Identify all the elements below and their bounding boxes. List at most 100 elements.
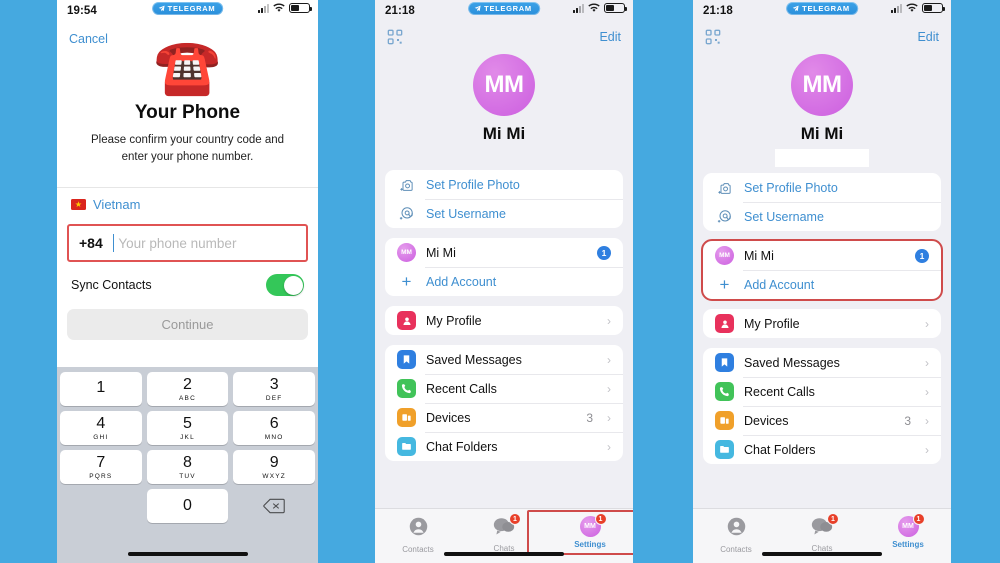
profile-actions-group: Set Profile Photo Set Username xyxy=(703,173,941,231)
phone-number-field-highlight[interactable]: +84 Your phone number xyxy=(67,224,308,263)
tab-contacts[interactable]: Contacts xyxy=(693,516,779,554)
page-title: Your Phone xyxy=(134,102,241,123)
tab-settings[interactable]: MM 1 Settings xyxy=(527,510,633,555)
phone-screen-3: 21:18 TELEGRAM Edit MM Mi Mi Set Profile… xyxy=(693,0,951,563)
add-photo-icon xyxy=(397,178,416,192)
row-account-mi-mi[interactable]: MM Mi Mi 1 xyxy=(385,238,623,267)
home-indicator xyxy=(444,552,564,556)
row-add-account[interactable]: + Add Account xyxy=(385,267,623,296)
row-recent-calls[interactable]: Recent Calls › xyxy=(703,377,941,406)
battery-icon xyxy=(922,3,945,13)
tab-settings[interactable]: MM 1 Settings xyxy=(865,513,951,549)
status-bar: 21:18 TELEGRAM xyxy=(375,0,633,22)
key-number: 2 xyxy=(183,375,192,393)
key-1[interactable]: 1 xyxy=(60,372,142,406)
continue-button[interactable]: Continue xyxy=(67,309,308,341)
row-chat-folders[interactable]: Chat Folders › xyxy=(385,432,623,461)
row-my-profile[interactable]: My Profile › xyxy=(385,306,623,335)
key-4[interactable]: 4 GHI xyxy=(60,411,142,445)
phone-screen-1: 19:54 TELEGRAM Cancel ☎️ Your Phone Plea… xyxy=(57,0,318,563)
row-label: Add Account xyxy=(744,277,815,292)
qr-code-icon[interactable] xyxy=(387,29,403,45)
key-number: 7 xyxy=(96,453,106,471)
edit-button[interactable]: Edit xyxy=(917,30,939,44)
status-time: 21:18 xyxy=(385,5,415,17)
settings-navbar: Edit xyxy=(693,22,951,52)
row-label: Chat Folders xyxy=(744,442,816,457)
sync-contacts-toggle[interactable] xyxy=(266,274,304,297)
row-set-username[interactable]: Set Username xyxy=(703,202,941,231)
key-5[interactable]: 5 JKL xyxy=(146,411,229,445)
tab-chats[interactable]: 1 Chats xyxy=(779,513,865,553)
telegram-badge: TELEGRAM xyxy=(151,2,224,15)
account-avatar: MM xyxy=(397,243,416,262)
country-selector-row[interactable]: ★ Vietnam xyxy=(57,187,318,220)
key-8[interactable]: 8 TUV xyxy=(146,450,229,484)
row-saved-messages[interactable]: Saved Messages › xyxy=(385,345,623,374)
row-set-profile-photo[interactable]: Set Profile Photo xyxy=(385,170,623,199)
key-3[interactable]: 3 DEF xyxy=(233,372,316,406)
phone-icon xyxy=(397,379,416,398)
edit-button[interactable]: Edit xyxy=(599,30,621,44)
key-7[interactable]: 7 PQRS xyxy=(60,450,142,484)
home-indicator xyxy=(127,552,248,556)
at-sign-icon xyxy=(715,209,734,224)
sync-contacts-label: Sync Contacts xyxy=(71,278,152,293)
add-photo-icon xyxy=(715,181,734,195)
tab-contacts[interactable]: Contacts xyxy=(375,516,461,554)
avatar[interactable]: MM xyxy=(791,54,853,116)
tab-bar: Contacts 1 Chats MM 1 Settings xyxy=(693,508,951,563)
key-backspace[interactable] xyxy=(233,489,315,523)
status-indicators xyxy=(573,3,627,13)
phone-number-input[interactable]: Your phone number xyxy=(118,236,236,251)
row-label: Set Username xyxy=(426,206,506,221)
screenshot-stage: 19:54 TELEGRAM Cancel ☎️ Your Phone Plea… xyxy=(0,0,1000,563)
key-0[interactable]: 0 xyxy=(146,489,229,523)
wifi-icon xyxy=(906,3,918,12)
key-number: 0 xyxy=(183,497,192,514)
row-label: Recent Calls xyxy=(744,384,815,399)
row-label: Mi Mi xyxy=(744,248,774,263)
row-my-profile[interactable]: My Profile › xyxy=(703,309,941,338)
chats-badge: 1 xyxy=(827,513,839,525)
key-6[interactable]: 6 MNO xyxy=(233,411,316,445)
row-chat-folders[interactable]: Chat Folders › xyxy=(703,435,941,464)
keypad-row: 1 2 ABC 3 DEF xyxy=(60,372,316,406)
profile-name: Mi Mi xyxy=(800,124,844,143)
sync-contacts-row[interactable]: Sync Contacts xyxy=(57,262,318,297)
row-saved-messages[interactable]: Saved Messages › xyxy=(703,348,941,377)
key-letters: WXYZ xyxy=(262,472,286,480)
paper-plane-icon xyxy=(474,5,481,12)
key-number: 6 xyxy=(269,414,279,432)
signal-icon xyxy=(573,3,584,13)
key-letters: TUV xyxy=(179,472,196,480)
settings-badge: 1 xyxy=(594,513,607,525)
chats-icon: 1 xyxy=(811,513,839,541)
row-set-profile-photo[interactable]: Set Profile Photo xyxy=(703,173,941,202)
row-add-account[interactable]: + Add Account xyxy=(703,270,941,299)
tab-label: Contacts xyxy=(402,545,434,554)
keypad-row: 4 GHI 5 JKL 6 MNO xyxy=(60,411,316,445)
key-number: 4 xyxy=(96,414,106,432)
key-letters: ABC xyxy=(179,394,196,402)
at-sign-icon xyxy=(397,206,416,221)
key-9[interactable]: 9 WXYZ xyxy=(233,450,316,484)
avatar[interactable]: MM xyxy=(473,54,535,116)
paper-plane-icon xyxy=(792,5,799,12)
devices-count: 3 xyxy=(904,413,911,428)
tab-label: Settings xyxy=(892,540,924,549)
row-recent-calls[interactable]: Recent Calls › xyxy=(385,374,623,403)
qr-code-icon[interactable] xyxy=(705,29,721,45)
battery-icon xyxy=(289,3,312,13)
key-number: 5 xyxy=(183,414,192,432)
row-set-username[interactable]: Set Username xyxy=(385,199,623,228)
devices-icon xyxy=(397,408,416,427)
row-devices[interactable]: Devices 3 › xyxy=(703,406,941,435)
row-devices[interactable]: Devices 3 › xyxy=(385,403,623,432)
row-account-mi-mi[interactable]: MM Mi Mi 1 xyxy=(703,241,941,270)
key-2[interactable]: 2 ABC xyxy=(146,372,229,406)
person-icon xyxy=(715,314,734,333)
telegram-badge-label: TELEGRAM xyxy=(167,4,216,13)
chevron-right-icon: › xyxy=(925,442,929,457)
profile-name: Mi Mi xyxy=(482,124,526,143)
